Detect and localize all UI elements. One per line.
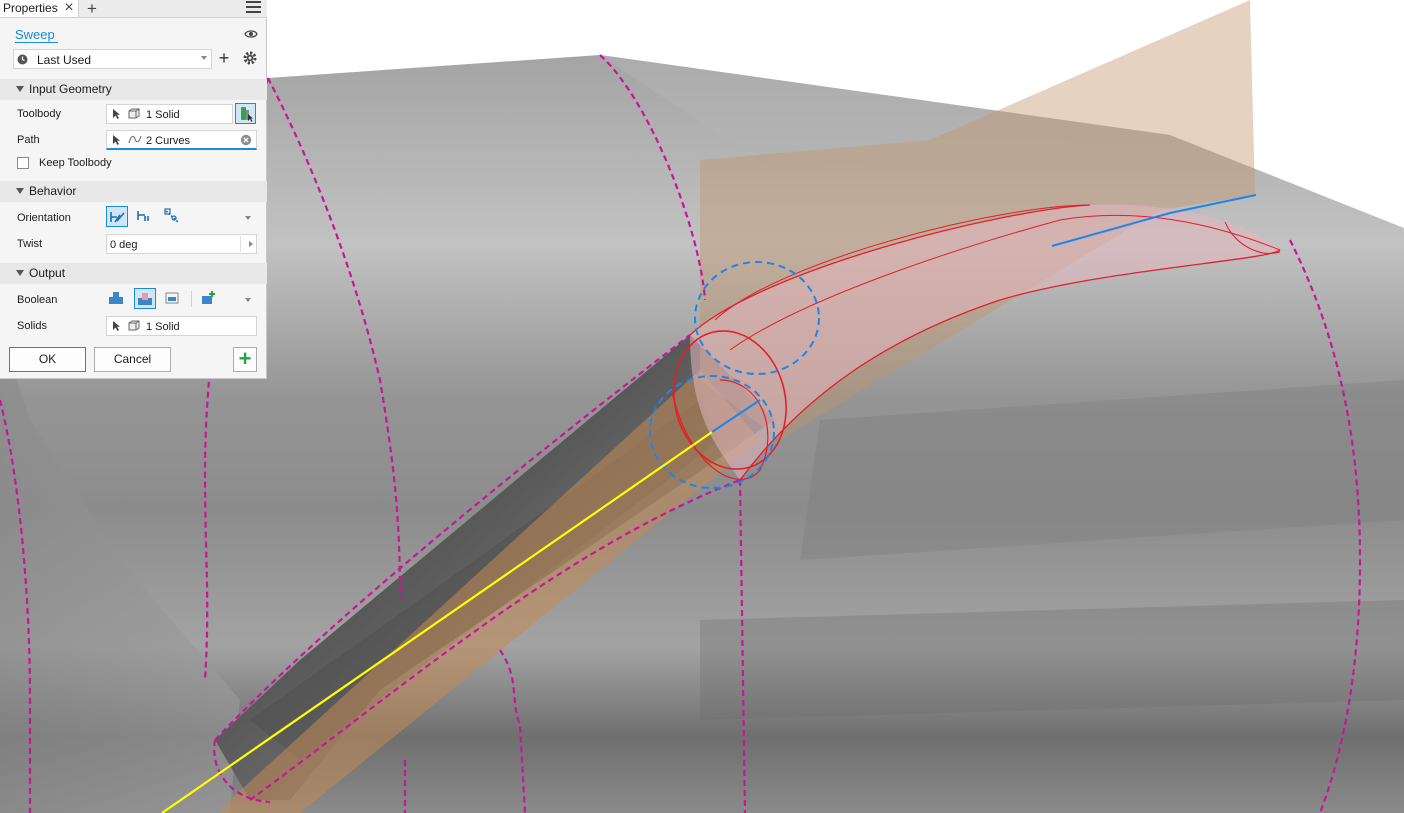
path-orientation-icon (110, 212, 125, 223)
solid-cube-icon (128, 108, 140, 119)
parallel-orientation-icon (137, 211, 149, 221)
guide-rail-icon (164, 208, 179, 223)
orientation-path-button[interactable] (106, 206, 128, 227)
properties-panel: Properties × + Sweep Last Used + Input G… (0, 0, 267, 379)
expand-arrow-icon[interactable] (249, 241, 253, 247)
boolean-join-button[interactable] (106, 288, 128, 309)
caret-down-icon[interactable] (245, 298, 251, 302)
collapse-triangle-icon (16, 188, 24, 194)
toolbody-label: Toolbody (17, 108, 62, 120)
caret-down-icon[interactable] (245, 216, 251, 220)
cancel-button[interactable]: Cancel (94, 347, 171, 372)
select-arrow-icon (113, 109, 120, 119)
command-title[interactable]: Sweep (15, 27, 58, 43)
intersect-icon (165, 292, 179, 304)
twist-label: Twist (17, 238, 43, 250)
path-selector[interactable]: 2 Curves (106, 130, 257, 150)
path-label: Path (17, 134, 40, 146)
caret-down-icon (201, 56, 207, 60)
section-output[interactable]: Output (0, 263, 267, 284)
join-icon (109, 292, 123, 304)
orientation-guide-button[interactable] (162, 206, 184, 227)
plus-icon[interactable]: + (85, 0, 99, 19)
boolean-cut-button[interactable] (134, 288, 156, 309)
close-icon[interactable]: × (62, 0, 76, 16)
section-label: Behavior (29, 184, 77, 198)
select-arrow-icon (113, 321, 120, 331)
toolbody-selector[interactable]: 1 Solid (106, 104, 233, 124)
select-arrow-icon (113, 135, 120, 145)
orientation-label: Orientation (17, 212, 71, 224)
toolbody-color-button[interactable] (235, 103, 256, 124)
keep-toolbody-checkbox[interactable] (17, 157, 29, 169)
gear-icon[interactable] (243, 51, 257, 65)
clear-icon[interactable] (240, 134, 252, 146)
ok-button[interactable]: OK (9, 347, 86, 372)
clock-icon (17, 54, 28, 65)
boolean-intersect-button[interactable] (162, 288, 184, 309)
apply-plus-button[interactable]: + (233, 347, 257, 372)
eye-icon[interactable] (244, 28, 258, 40)
divider (191, 291, 192, 307)
preset-dropdown[interactable]: Last Used (13, 49, 212, 69)
menu-icon[interactable] (246, 1, 261, 15)
toolbody-value: 1 Solid (146, 109, 180, 121)
path-value: 2 Curves (146, 135, 191, 147)
solids-label: Solids (17, 320, 47, 332)
twist-input[interactable]: 0 deg (106, 234, 257, 254)
solids-value: 1 Solid (146, 321, 180, 333)
tab-bar: Properties × + (0, 0, 267, 18)
keep-toolbody-label: Keep Toolbody (39, 157, 112, 169)
section-label: Input Geometry (29, 82, 112, 96)
add-preset-button[interactable]: + (217, 49, 231, 67)
divider (240, 236, 241, 252)
new-solid-button[interactable] (198, 288, 220, 309)
collapse-triangle-icon (16, 270, 24, 276)
section-behavior[interactable]: Behavior (0, 181, 267, 202)
twist-value: 0 deg (110, 239, 138, 251)
section-label: Output (29, 266, 66, 280)
bodies-color-icon (241, 107, 253, 122)
preset-value: Last Used (37, 53, 92, 67)
boolean-label: Boolean (17, 294, 58, 306)
cut-icon (138, 293, 152, 305)
collapse-triangle-icon (16, 86, 24, 92)
orientation-parallel-button[interactable] (134, 206, 156, 227)
solids-selector[interactable]: 1 Solid (106, 316, 257, 336)
section-input-geometry[interactable]: Input Geometry (0, 79, 267, 100)
new-solid-icon (202, 291, 215, 304)
curve-icon (128, 135, 142, 144)
solid-cube-icon (128, 320, 140, 331)
tab-properties-label: Properties (3, 1, 58, 15)
